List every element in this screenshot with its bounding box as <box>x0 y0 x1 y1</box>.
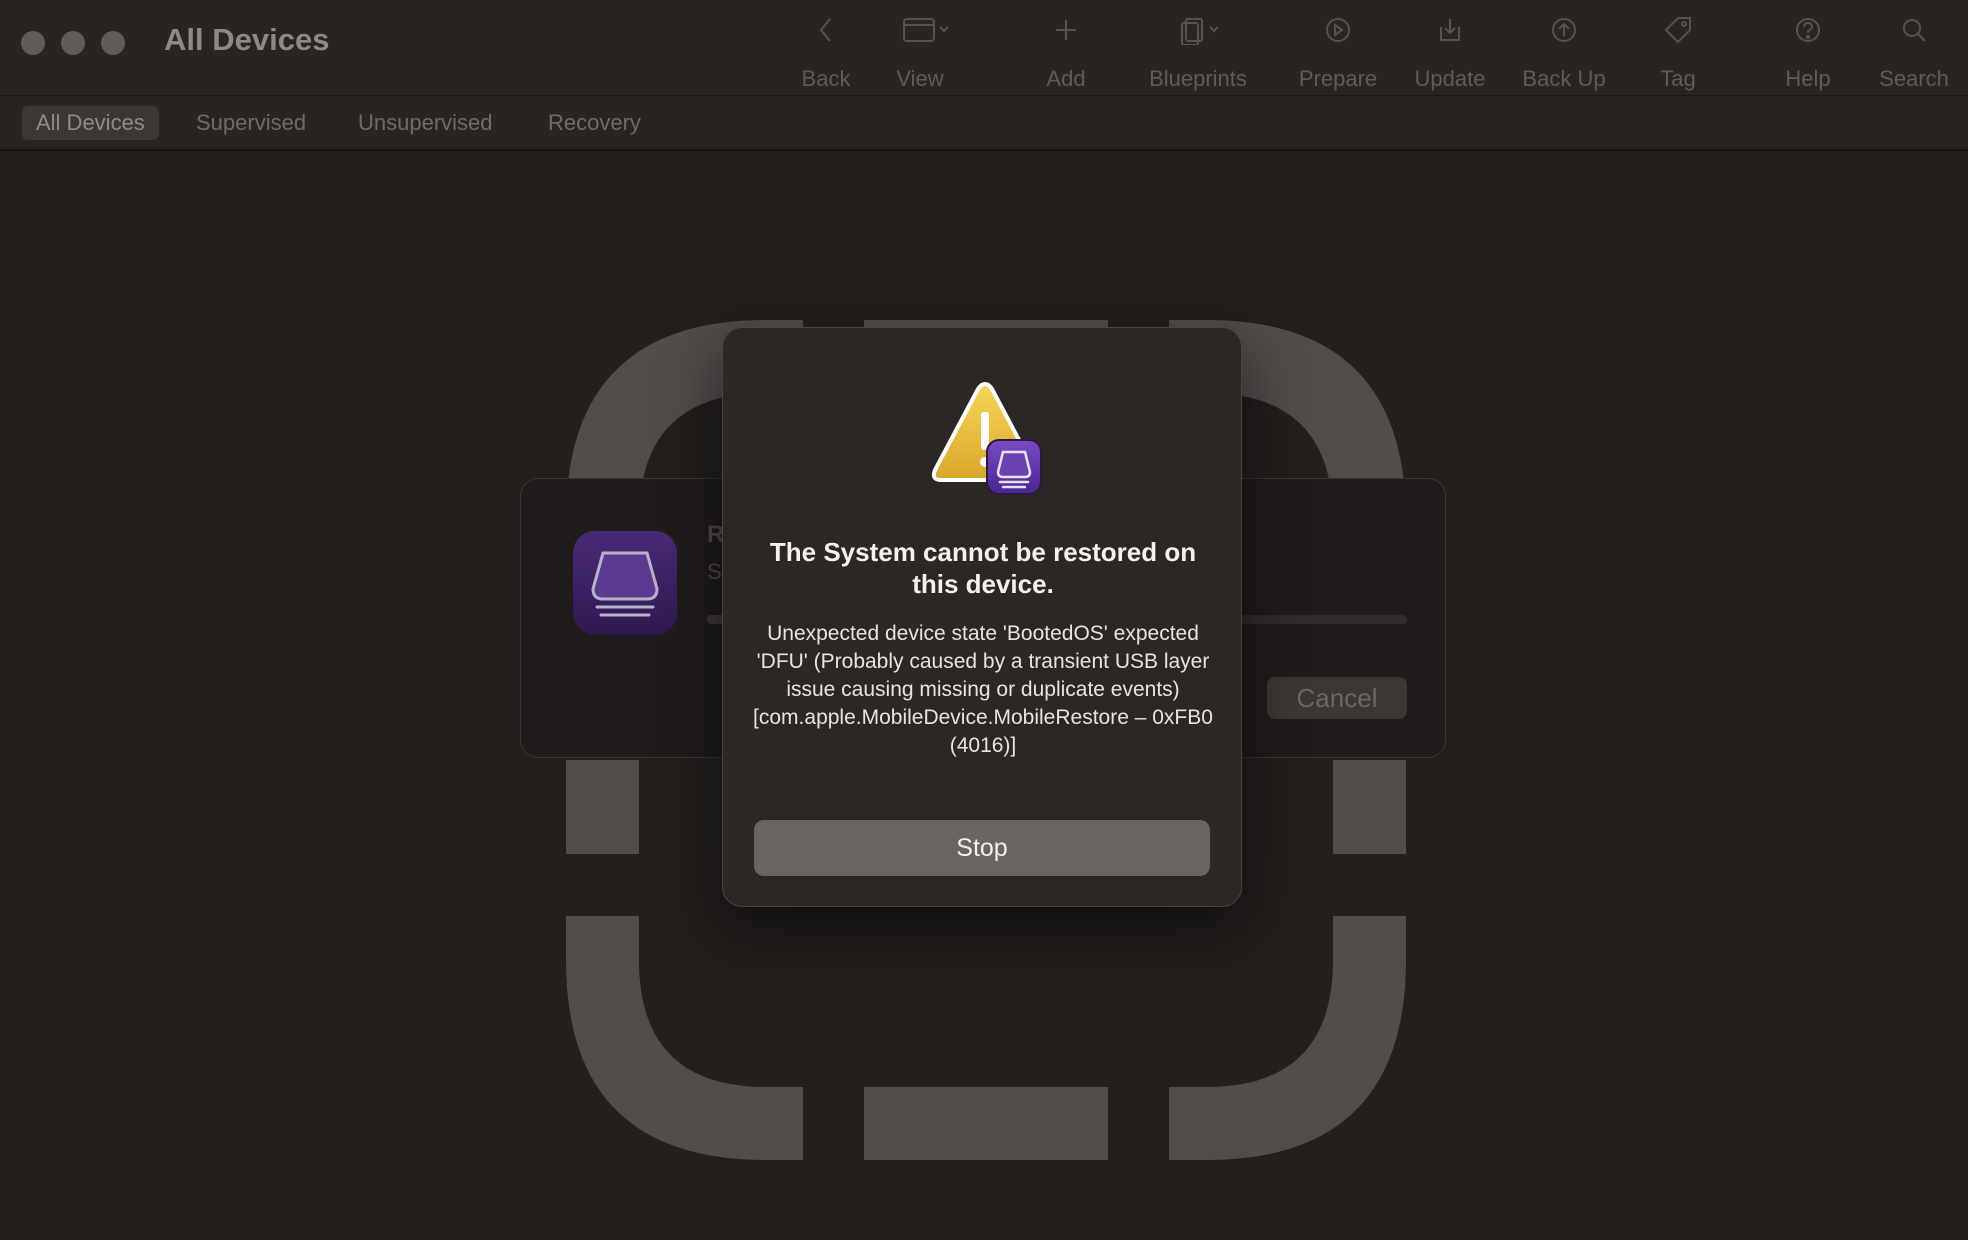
prepare-icon <box>1323 14 1353 46</box>
plus-icon <box>1051 14 1081 46</box>
chevron-left-icon <box>816 14 836 46</box>
toolbar-help-button[interactable]: Help <box>1758 14 1858 92</box>
tag-icon <box>1662 14 1694 46</box>
close-window-button[interactable] <box>21 31 45 55</box>
toolbar-search-button[interactable]: Search <box>1864 14 1964 92</box>
toolbar-update-button[interactable]: Update <box>1400 14 1500 92</box>
toolbar-add-button[interactable]: Add <box>1016 14 1116 92</box>
scope-bar: All Devices Supervised Unsupervised Reco… <box>0 96 1968 151</box>
configurator-app-icon <box>573 531 677 635</box>
title-bar: All Devices Back View Add Blueprints Pre… <box>0 0 1968 96</box>
minimize-window-button[interactable] <box>61 31 85 55</box>
toolbar-tag-button[interactable]: Tag <box>1628 14 1728 92</box>
alert-message: Unexpected device state 'BootedOS' expec… <box>753 622 1213 757</box>
progress-subtitle: S <box>707 559 722 584</box>
blueprints-icon <box>1166 14 1230 46</box>
stop-button[interactable]: Stop <box>754 820 1210 876</box>
download-icon <box>1435 14 1465 46</box>
app-window: All Devices Back View Add Blueprints Pre… <box>0 0 1968 1240</box>
scope-recovery[interactable]: Recovery <box>534 106 655 140</box>
zoom-window-button[interactable] <box>101 31 125 55</box>
scope-all-devices[interactable]: All Devices <box>22 106 159 140</box>
window-title: All Devices <box>164 22 330 57</box>
cancel-button[interactable]: Cancel <box>1267 677 1407 719</box>
alert-title: The System cannot be restored on this de… <box>769 537 1197 599</box>
help-icon <box>1793 14 1823 46</box>
scope-unsupervised[interactable]: Unsupervised <box>344 106 507 140</box>
scope-supervised[interactable]: Supervised <box>182 106 320 140</box>
toolbar-view-button[interactable]: View <box>870 14 970 92</box>
progress-bar-track <box>1241 615 1407 624</box>
window-controls <box>21 31 125 55</box>
toolbar-blueprints-button[interactable]: Blueprints <box>1138 14 1258 92</box>
error-alert-dialog: The System cannot be restored on this de… <box>722 327 1242 907</box>
search-icon <box>1899 14 1929 46</box>
window-icon <box>888 14 952 46</box>
toolbar-back-button[interactable]: Back <box>776 14 876 92</box>
toolbar-prepare-button[interactable]: Prepare <box>1288 14 1388 92</box>
toolbar-backup-button[interactable]: Back Up <box>1514 14 1614 92</box>
upload-icon <box>1549 14 1579 46</box>
warning-icon <box>923 378 1047 503</box>
